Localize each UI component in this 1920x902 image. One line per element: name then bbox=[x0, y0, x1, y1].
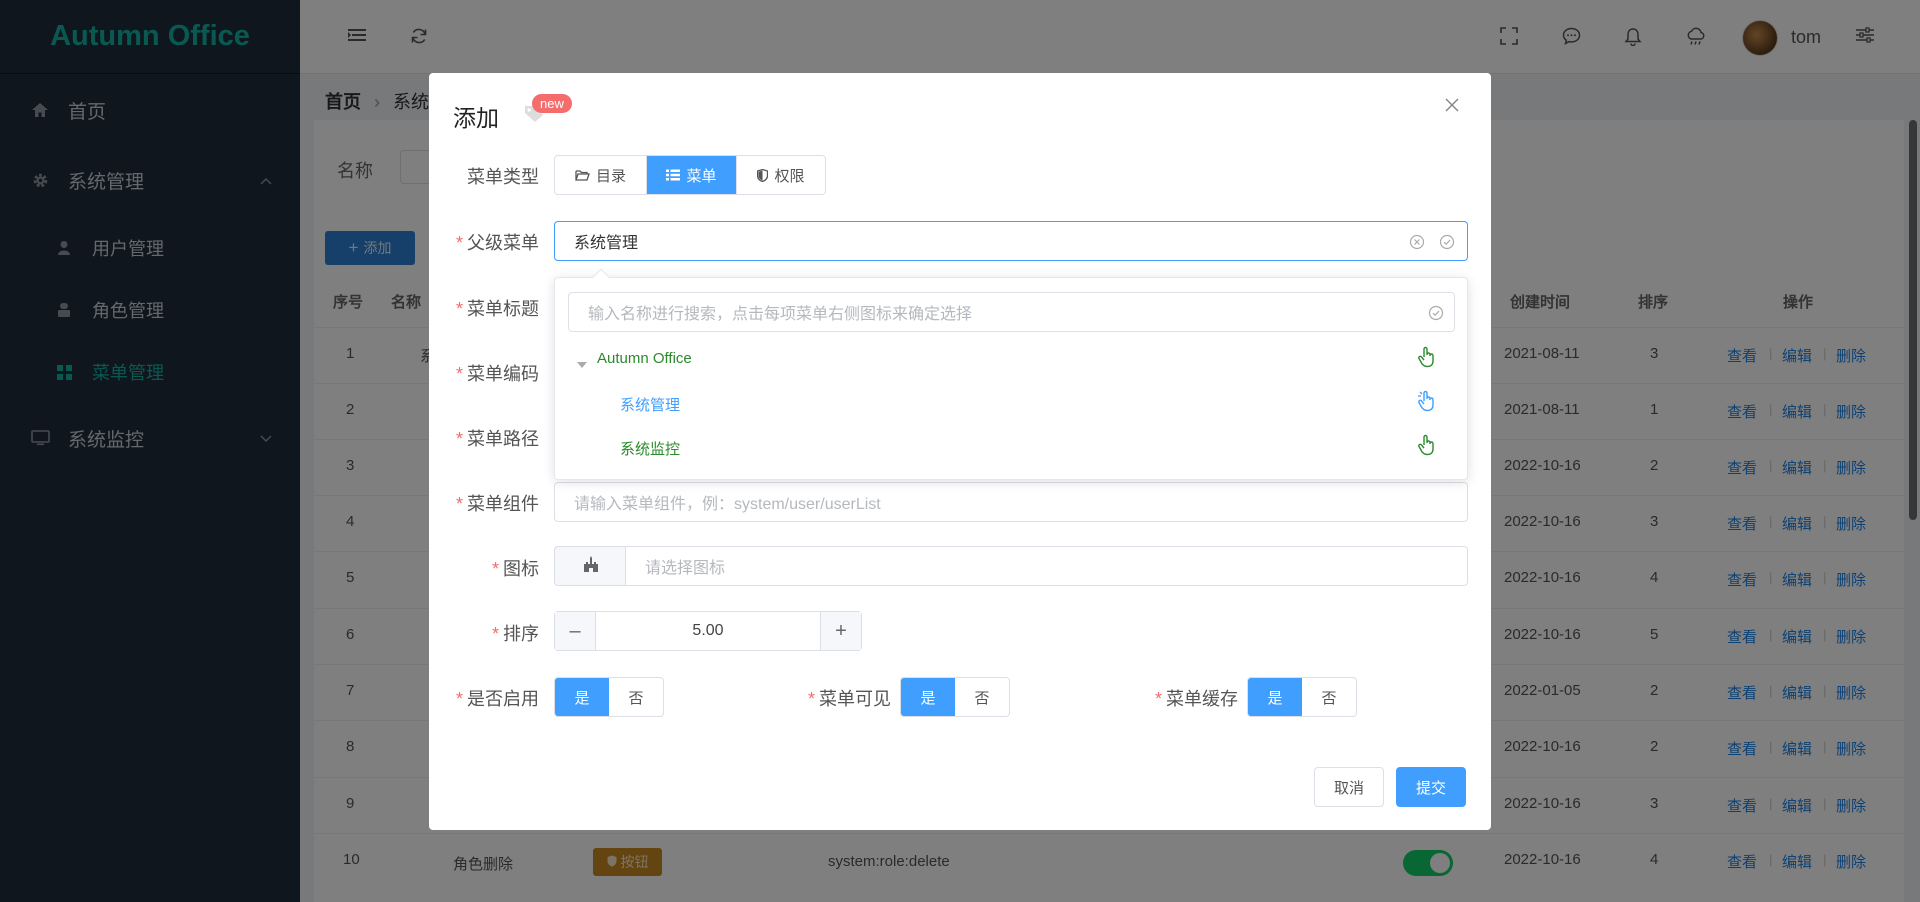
hand-pointer-icon[interactable] bbox=[1417, 346, 1437, 373]
enabled-no[interactable]: 否 bbox=[609, 678, 663, 716]
menu-component-placeholder: 请输入菜单组件，例：system/user/userList bbox=[574, 496, 881, 513]
cache-label: * 菜单缓存 bbox=[1154, 689, 1238, 709]
submit-button[interactable]: 提交 bbox=[1396, 767, 1466, 807]
order-stepper: – 5.00 + bbox=[554, 611, 862, 651]
hand-select-icon[interactable] bbox=[1417, 390, 1437, 417]
hand-pointer-icon[interactable] bbox=[1417, 434, 1437, 461]
clear-icon[interactable] bbox=[1409, 234, 1425, 255]
castle-icon bbox=[582, 555, 600, 578]
visible-yes[interactable]: 是 bbox=[901, 678, 955, 716]
menu-type-directory[interactable]: 目录 bbox=[555, 156, 647, 194]
menu-title-label: * 菜单标题 bbox=[455, 299, 539, 319]
check-circle-icon[interactable] bbox=[1439, 234, 1455, 255]
tree-node-system-management[interactable]: 系统管理 bbox=[620, 394, 680, 415]
increment-button[interactable]: + bbox=[820, 612, 861, 650]
list-icon bbox=[666, 169, 681, 181]
menu-type-menu-label: 菜单 bbox=[686, 167, 717, 185]
enabled-label: * 是否启用 bbox=[455, 689, 539, 709]
menu-component-label: * 菜单组件 bbox=[455, 494, 539, 514]
parent-menu-label: * 父级菜单 bbox=[455, 233, 539, 253]
visible-no[interactable]: 否 bbox=[955, 678, 1009, 716]
cancel-button[interactable]: 取消 bbox=[1314, 767, 1384, 807]
folder-open-icon bbox=[575, 169, 590, 181]
new-badge: new bbox=[532, 94, 572, 113]
tree-search-input[interactable]: 输入名称进行搜索，点击每项菜单右侧图标来确定选择 bbox=[568, 292, 1455, 332]
cache-yes[interactable]: 是 bbox=[1248, 678, 1302, 716]
parent-menu-tree-dropdown: 输入名称进行搜索，点击每项菜单右侧图标来确定选择 Autumn Office 系… bbox=[554, 268, 1468, 480]
parent-menu-value: 系统管理 bbox=[574, 235, 639, 252]
menu-code-label: * 菜单编码 bbox=[455, 364, 539, 384]
order-value[interactable]: 5.00 bbox=[596, 612, 820, 650]
icon-input[interactable]: 请选择图标 bbox=[625, 546, 1468, 586]
enabled-yes[interactable]: 是 bbox=[555, 678, 609, 716]
tree-search-placeholder: 输入名称进行搜索，点击每项菜单右侧图标来确定选择 bbox=[588, 306, 973, 323]
decrement-button[interactable]: – bbox=[555, 612, 596, 650]
menu-component-input[interactable]: 请输入菜单组件，例：system/user/userList bbox=[554, 482, 1468, 522]
cache-no[interactable]: 否 bbox=[1302, 678, 1356, 716]
menu-type-directory-label: 目录 bbox=[595, 167, 626, 185]
parent-menu-select[interactable]: 系统管理 bbox=[554, 221, 1468, 261]
shield-icon bbox=[757, 168, 769, 182]
add-menu-dialog: 添加 new 菜单类型 目录 菜单 权限 * 父级菜单 系统管理 * 菜单标题 … bbox=[429, 73, 1491, 830]
visible-label: * 菜单可见 bbox=[807, 689, 891, 709]
cache-group: 是 否 bbox=[1247, 677, 1357, 717]
menu-type-group: 目录 菜单 权限 bbox=[554, 155, 826, 195]
icon-placeholder: 请选择图标 bbox=[645, 560, 726, 577]
menu-path-label: * 菜单路径 bbox=[455, 429, 539, 449]
check-circle-icon bbox=[1428, 305, 1444, 326]
order-label: * 排序 bbox=[491, 624, 539, 644]
icon-preview[interactable] bbox=[554, 546, 626, 586]
icon-label: * 图标 bbox=[491, 559, 539, 579]
tree-node-root[interactable]: Autumn Office bbox=[597, 350, 692, 367]
dialog-title: 添加 bbox=[453, 105, 499, 131]
visible-group: 是 否 bbox=[900, 677, 1010, 717]
caret-down-icon[interactable] bbox=[577, 356, 587, 374]
close-icon[interactable] bbox=[1445, 98, 1459, 117]
menu-type-permission[interactable]: 权限 bbox=[737, 156, 825, 194]
enabled-group: 是 否 bbox=[554, 677, 664, 717]
tree-node-system-monitor[interactable]: 系统监控 bbox=[620, 438, 680, 459]
menu-type-label: 菜单类型 bbox=[467, 167, 539, 187]
dropdown-arrow bbox=[592, 268, 610, 286]
menu-type-menu[interactable]: 菜单 bbox=[647, 156, 737, 194]
menu-type-permission-label: 权限 bbox=[774, 167, 805, 185]
